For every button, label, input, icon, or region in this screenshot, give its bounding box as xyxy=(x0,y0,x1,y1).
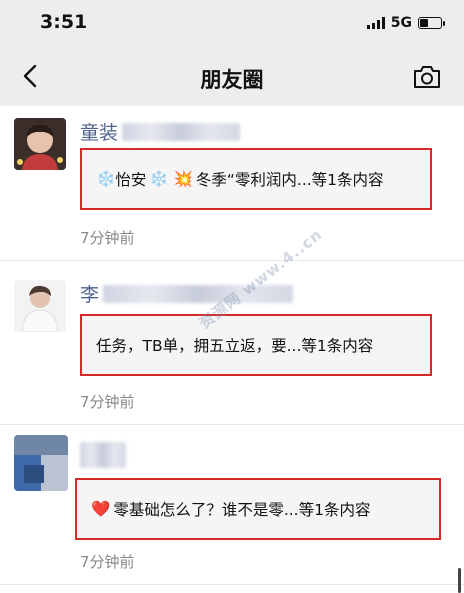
scrollbar[interactable] xyxy=(458,568,461,593)
poster-name[interactable]: 童装 xyxy=(80,118,241,145)
network-type: 5G xyxy=(390,15,412,31)
page-title: 朋友圈 xyxy=(200,68,264,92)
snowflake-icon: ❄️ xyxy=(96,170,116,188)
heart-icon: ❤️ xyxy=(91,500,111,518)
divider xyxy=(0,584,464,585)
post-time: 7分钟前 xyxy=(80,393,135,411)
post-time: 7分钟前 xyxy=(80,229,135,247)
avatar[interactable] xyxy=(14,118,66,170)
post-time: 7分钟前 xyxy=(80,553,135,571)
battery-icon xyxy=(418,17,445,29)
nav-bar: 朋友圈 xyxy=(0,48,464,106)
post-content-text: 冬季“零利润内...等1条内容 xyxy=(195,171,384,189)
poster-name[interactable] xyxy=(80,442,126,468)
status-indicators: 5G xyxy=(366,15,445,31)
poster-name-text: 李 xyxy=(80,284,100,306)
post-content-text: 零基础怎么了？谁不是零...等1条内容 xyxy=(113,501,371,519)
status-bar: 3:51 5G xyxy=(0,0,464,48)
post-content-card[interactable]: ❄️ 怡安 ❄️ 💥 冬季“零利润内...等1条内容 xyxy=(80,148,432,210)
post-content-text: 任务，TB单，拥五立返，要...等1条内容 xyxy=(96,337,374,355)
poster-name-text: 童装 xyxy=(80,122,119,144)
sparkle-icon: ❄️ 💥 xyxy=(149,170,193,188)
moments-feed: 童装 ❄️ 怡安 ❄️ 💥 冬季“零利润内...等1条内容 7分钟前 李 任务，… xyxy=(0,106,464,593)
avatar[interactable] xyxy=(14,280,66,332)
signal-bars-icon xyxy=(366,17,385,29)
blurred-name xyxy=(80,442,126,468)
post-content-card[interactable]: ❤️ 零基础怎么了？谁不是零...等1条内容 xyxy=(75,478,441,540)
camera-icon[interactable] xyxy=(412,64,442,90)
divider xyxy=(0,424,464,425)
post-content-text: 怡安 xyxy=(115,171,147,189)
status-time: 3:51 xyxy=(40,11,88,33)
divider xyxy=(0,260,464,261)
post-content-card[interactable]: 任务，TB单，拥五立返，要...等1条内容 xyxy=(80,314,432,376)
avatar[interactable] xyxy=(14,435,68,491)
blurred-name xyxy=(122,122,241,141)
